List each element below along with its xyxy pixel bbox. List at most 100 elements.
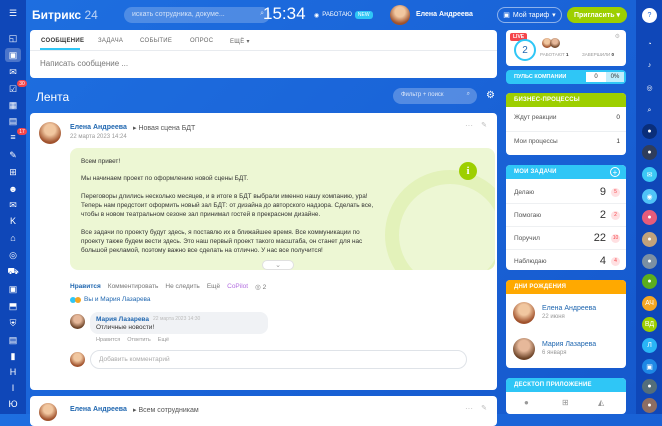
pin-icon[interactable]: ✎: [481, 121, 487, 129]
bag-icon[interactable]: ⬒: [5, 299, 21, 313]
target-icon[interactable]: ◎: [5, 248, 21, 262]
team-avatar[interactable]: ●: [642, 124, 657, 139]
chat-icon[interactable]: ▣: [5, 48, 21, 62]
like-button[interactable]: Нравится: [70, 283, 101, 291]
message-input[interactable]: Написать сообщение ...: [40, 59, 128, 68]
filter-input[interactable]: Фильтр + поиск ⌕: [393, 88, 477, 104]
users-icon[interactable]: ☻: [5, 182, 21, 196]
nav-letter-n[interactable]: Н: [5, 365, 21, 379]
comment-more-button[interactable]: Ещё: [158, 337, 169, 343]
notifications-icon[interactable]: ◔: [642, 37, 657, 52]
divider: [506, 131, 626, 132]
user-chat-avatar[interactable]: ●: [642, 254, 657, 269]
expand-button[interactable]: ⌄: [262, 260, 294, 270]
app-logo[interactable]: Битрикс 24: [32, 8, 98, 22]
post-target[interactable]: ▸ Новая сцена БДТ: [133, 124, 195, 132]
birthday-avatar[interactable]: [513, 338, 535, 360]
task-row[interactable]: Помогаю 2 2: [514, 209, 620, 221]
gear-icon[interactable]: ⚙: [486, 90, 495, 101]
tab-more[interactable]: ЕЩЁ ▾: [230, 38, 250, 45]
task-row[interactable]: Делаю 9 5: [514, 186, 620, 198]
cart-icon[interactable]: ⛟: [5, 265, 21, 279]
post-author[interactable]: Елена Андреева: [70, 406, 127, 413]
more-icon[interactable]: ···: [465, 121, 473, 130]
author-avatar[interactable]: [39, 122, 61, 144]
more-button[interactable]: Ещё: [207, 283, 220, 291]
search-input[interactable]: искать сотрудника, докуме... ⌕: [124, 7, 270, 23]
search-placeholder: искать сотрудника, докуме...: [132, 11, 225, 18]
user-chat-avatar[interactable]: ●: [642, 274, 657, 289]
pin-icon[interactable]: ✎: [481, 404, 487, 412]
menu-icon[interactable]: ☰: [5, 6, 21, 20]
birthday-avatar[interactable]: [513, 302, 535, 324]
task-row[interactable]: Поручил 22 10: [514, 232, 620, 244]
calendar-icon[interactable]: ▦: [5, 98, 21, 112]
contacts-icon[interactable]: ◎: [642, 80, 657, 95]
nav-letter-yu[interactable]: Ю: [5, 397, 21, 411]
post-author[interactable]: Елена Андреева: [70, 124, 127, 131]
documents-icon[interactable]: ▤: [5, 114, 21, 128]
likes-line[interactable]: Вы и Мария Лазарева: [70, 296, 151, 303]
author-avatar[interactable]: [39, 403, 57, 421]
user-chat-avatar[interactable]: ●: [642, 398, 657, 413]
tab-task[interactable]: ЗАДАЧА: [98, 38, 123, 44]
chat-icon[interactable]: ▣: [642, 359, 657, 374]
help-icon[interactable]: ?: [642, 8, 657, 23]
mail-icon[interactable]: ✉: [5, 198, 21, 212]
user-name[interactable]: Елена Андреева: [416, 11, 473, 18]
invite-button[interactable]: Пригласить ▾: [567, 7, 627, 23]
work-status[interactable]: ◉ РАБОТАЮ NEW: [314, 11, 373, 19]
add-comment-input[interactable]: Добавить комментарий: [90, 350, 467, 369]
bp-row[interactable]: Мои процессы 1: [514, 138, 620, 145]
open-channel-avatar[interactable]: ◉: [642, 189, 657, 204]
user-avatar[interactable]: [390, 5, 410, 25]
user-initials-avatar[interactable]: ВД: [642, 317, 657, 332]
user-chat-avatar[interactable]: ●: [642, 379, 657, 394]
chart-icon[interactable]: ▮: [5, 349, 21, 363]
tab-message[interactable]: СООБЩЕНИЕ: [41, 38, 84, 44]
messages-icon[interactable]: ✉: [5, 65, 21, 79]
user-initials-avatar[interactable]: Л: [642, 338, 657, 353]
birthday-name[interactable]: Мария Лазарева: [542, 341, 596, 348]
task-row[interactable]: Наблюдаю 4 4: [514, 255, 620, 267]
windows-icon[interactable]: ⊞: [562, 398, 569, 407]
post-target[interactable]: ▸ Всем сотрудникам: [133, 406, 199, 414]
tab-poll[interactable]: ОПРОС: [190, 38, 213, 44]
comment-reply-button[interactable]: Ответить: [127, 337, 151, 343]
group-avatar[interactable]: ●: [642, 145, 657, 160]
chat-avatar[interactable]: ✉: [642, 167, 657, 182]
apple-icon[interactable]: ●: [524, 398, 529, 407]
left-navigation: ☰ ◱ ▣ ✉ ☑ 30 ▦ ▤ ≡ 17 ✎ ⊞ ☻ ✉ K ⌂ ◎ ⛟ ▣ …: [0, 0, 27, 414]
reports-icon[interactable]: ▤: [5, 333, 21, 347]
more-icon[interactable]: ···: [465, 404, 473, 413]
search-icon[interactable]: ⌕: [642, 103, 657, 118]
settings-icon[interactable]: ⚙: [615, 33, 620, 40]
user-chat-avatar[interactable]: ●: [642, 232, 657, 247]
birthday-name[interactable]: Елена Андреева: [542, 305, 596, 312]
nav-letter-k[interactable]: K: [5, 214, 21, 228]
nav-letter-i[interactable]: I: [5, 381, 21, 395]
sites-icon[interactable]: ▣: [5, 282, 21, 296]
store-icon[interactable]: ⌂: [5, 231, 21, 245]
unfollow-button[interactable]: Не следить: [165, 283, 199, 291]
crm-icon[interactable]: ⊞: [5, 165, 21, 179]
copilot-button[interactable]: CoPilot: [227, 283, 248, 291]
user-chat-avatar[interactable]: ●: [642, 210, 657, 225]
edit-icon[interactable]: ✎: [5, 148, 21, 162]
tab-event[interactable]: СОБЫТИЕ: [140, 38, 172, 44]
feed-icon[interactable]: ◱: [5, 31, 21, 45]
shield-icon[interactable]: ⛨: [5, 316, 21, 330]
bell-icon[interactable]: ♪: [642, 58, 657, 73]
linux-icon[interactable]: ◭: [598, 398, 604, 407]
add-task-button[interactable]: +: [610, 167, 620, 177]
tariff-button[interactable]: ▣ Мой тариф ▾: [497, 7, 562, 23]
bp-row[interactable]: Ждут реакции 0: [514, 114, 620, 121]
comment-button[interactable]: Комментировать: [108, 283, 159, 291]
commenter-avatar[interactable]: [70, 314, 85, 329]
comment-like-button[interactable]: Нравится: [96, 337, 120, 343]
comment-author[interactable]: Мария Лазарева: [96, 316, 149, 323]
pulse-widget[interactable]: ПУЛЬС КОМПАНИИ 0 0%: [506, 70, 626, 84]
birthday-date: 6 января: [542, 350, 567, 356]
task-row-label: Помогаю: [514, 211, 542, 219]
user-initials-avatar[interactable]: АЧ: [642, 296, 657, 311]
